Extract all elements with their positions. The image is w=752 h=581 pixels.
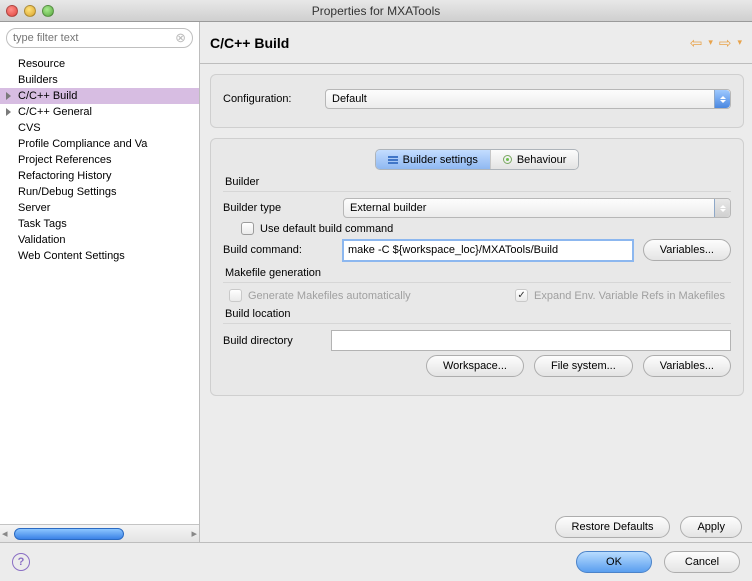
use-default-build-label: Use default build command xyxy=(260,223,393,235)
scrollbar-thumb[interactable] xyxy=(14,528,124,540)
tree-item-label: C/C++ Build xyxy=(18,90,77,102)
filesystem-button[interactable]: File system... xyxy=(534,355,633,377)
filter-field[interactable]: ⊗ xyxy=(6,28,193,48)
tree-item-label: Project References xyxy=(18,154,112,166)
tab-segment: Builder settings Behaviour xyxy=(375,149,580,170)
horizontal-scrollbar[interactable]: ◂ ▸ xyxy=(0,524,199,542)
tree-item-web-content-settings[interactable]: Web Content Settings xyxy=(0,248,199,264)
scroll-left-icon[interactable]: ◂ xyxy=(2,527,8,540)
tree-item-task-tags[interactable]: Task Tags xyxy=(0,216,199,232)
tree-item-label: Web Content Settings xyxy=(18,250,125,262)
configuration-label: Configuration: xyxy=(223,93,315,105)
restore-defaults-button[interactable]: Restore Defaults xyxy=(555,516,671,538)
builder-group: Builder settings Behaviour Builder Build… xyxy=(210,138,744,396)
ok-button[interactable]: OK xyxy=(576,551,652,573)
tree-item-label: Builders xyxy=(18,74,58,86)
tree-item-project-references[interactable]: Project References xyxy=(0,152,199,168)
close-icon[interactable] xyxy=(6,5,18,17)
tree-item-label: Task Tags xyxy=(18,218,67,230)
expand-env-checkbox: Expand Env. Variable Refs in Makefiles xyxy=(515,289,725,302)
checkbox-checked-icon xyxy=(515,289,528,302)
tree-item-label: Run/Debug Settings xyxy=(18,186,116,198)
build-command-input[interactable] xyxy=(343,240,633,261)
traffic-lights xyxy=(6,5,54,17)
variables-button[interactable]: Variables... xyxy=(643,239,731,261)
dropdown-arrow-icon xyxy=(714,90,730,108)
window-titlebar: Properties for MXATools xyxy=(0,0,752,22)
behaviour-icon xyxy=(503,155,512,164)
dropdown-arrow-icon xyxy=(714,199,730,217)
disclosure-icon[interactable] xyxy=(6,92,11,100)
tree-item-label: Validation xyxy=(18,234,66,246)
clear-icon[interactable]: ⊗ xyxy=(175,30,186,46)
tree-item-builders[interactable]: Builders xyxy=(0,72,199,88)
tree-item-server[interactable]: Server xyxy=(0,200,199,216)
checkbox-icon xyxy=(241,222,254,235)
tree-item-c-c-general[interactable]: C/C++ General xyxy=(0,104,199,120)
scroll-right-icon[interactable]: ▸ xyxy=(191,527,197,540)
builder-heading: Builder xyxy=(223,176,731,188)
tree-item-refactoring-history[interactable]: Refactoring History xyxy=(0,168,199,184)
page-title: C/C++ Build xyxy=(210,35,289,51)
back-icon[interactable]: ⇦ xyxy=(690,34,703,52)
tree-item-label: Profile Compliance and Va xyxy=(18,138,147,150)
tab-behaviour[interactable]: Behaviour xyxy=(491,150,579,169)
help-icon[interactable]: ? xyxy=(12,553,30,571)
tree-item-resource[interactable]: Resource xyxy=(0,56,199,72)
disclosure-icon[interactable] xyxy=(6,108,11,116)
tree-item-label: Refactoring History xyxy=(18,170,112,182)
use-default-build-checkbox[interactable]: Use default build command xyxy=(241,222,393,235)
location-variables-button[interactable]: Variables... xyxy=(643,355,731,377)
tree-item-label: Resource xyxy=(18,58,65,70)
configuration-value: Default xyxy=(332,93,367,105)
zoom-icon[interactable] xyxy=(42,5,54,17)
tab-builder-settings[interactable]: Builder settings xyxy=(376,150,491,169)
apply-button[interactable]: Apply xyxy=(680,516,742,538)
configuration-group: Configuration: Default xyxy=(210,74,744,128)
minimize-icon[interactable] xyxy=(24,5,36,17)
nav-arrows: ⇦ ▾ ⇨ ▾ xyxy=(690,34,742,52)
builder-type-label: Builder type xyxy=(223,202,333,214)
tree-item-label: CVS xyxy=(18,122,41,134)
build-directory-input[interactable] xyxy=(331,330,731,351)
generate-makefiles-label: Generate Makefiles automatically xyxy=(248,290,411,302)
forward-icon[interactable]: ⇨ xyxy=(719,34,732,52)
configuration-dropdown[interactable]: Default xyxy=(325,89,731,109)
makefile-heading: Makefile generation xyxy=(223,267,731,279)
tab-builder-settings-label: Builder settings xyxy=(403,154,478,166)
window-title: Properties for MXATools xyxy=(0,4,752,18)
tree-item-validation[interactable]: Validation xyxy=(0,232,199,248)
category-tree[interactable]: Resource Builders C/C++ Build C/C++ General… xyxy=(0,54,199,524)
cancel-button[interactable]: Cancel xyxy=(664,551,740,573)
tree-item-cvs[interactable]: CVS xyxy=(0,120,199,136)
build-location-heading: Build location xyxy=(223,308,731,320)
builder-type-dropdown[interactable]: External builder xyxy=(343,198,731,218)
build-directory-label: Build directory xyxy=(223,335,321,347)
build-command-label: Build command: xyxy=(223,244,333,256)
expand-env-label: Expand Env. Variable Refs in Makefiles xyxy=(534,290,725,302)
tab-behaviour-label: Behaviour xyxy=(517,154,567,166)
tree-item-label: Server xyxy=(18,202,50,214)
back-menu-icon[interactable]: ▾ xyxy=(708,37,713,48)
tree-item-c-c-build[interactable]: C/C++ Build xyxy=(0,88,199,104)
filter-input[interactable] xyxy=(13,32,175,44)
builder-type-value: External builder xyxy=(350,202,426,214)
builder-settings-icon xyxy=(388,156,398,164)
tree-item-label: C/C++ General xyxy=(18,106,92,118)
sidebar: ⊗ Resource Builders C/C++ Build C/C++ Gener… xyxy=(0,22,200,542)
tree-item-run-debug-settings[interactable]: Run/Debug Settings xyxy=(0,184,199,200)
workspace-button[interactable]: Workspace... xyxy=(426,355,524,377)
generate-makefiles-checkbox: Generate Makefiles automatically xyxy=(229,289,411,302)
forward-menu-icon[interactable]: ▾ xyxy=(737,37,742,48)
tree-item-profile-compliance-and-va[interactable]: Profile Compliance and Va xyxy=(0,136,199,152)
checkbox-icon xyxy=(229,289,242,302)
